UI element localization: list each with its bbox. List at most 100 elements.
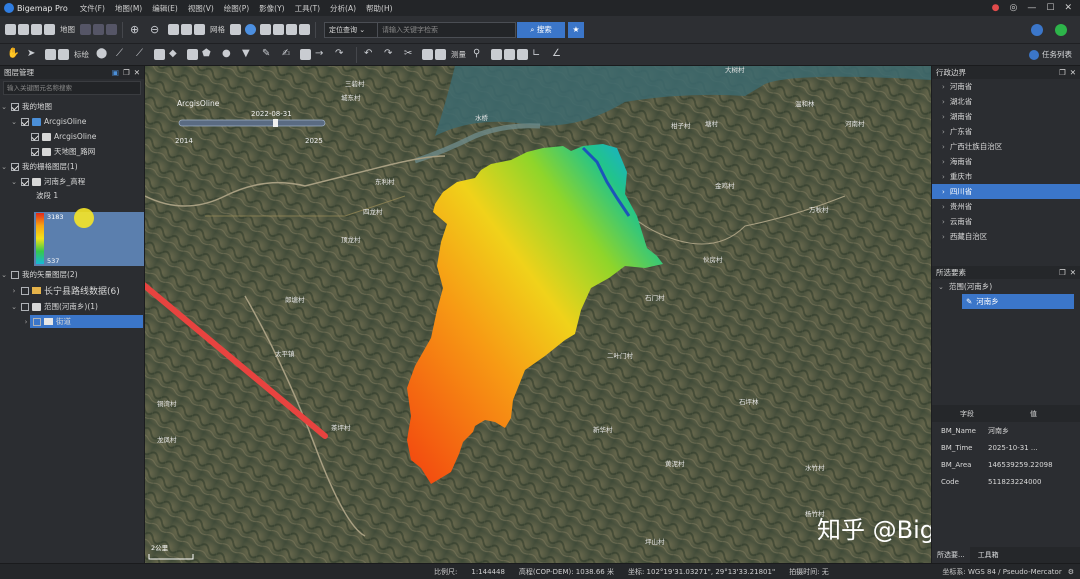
- tree-vector-layer-2[interactable]: ⌄ 范围(河南乡)(1): [0, 299, 145, 314]
- timeline-handle[interactable]: [273, 119, 278, 127]
- circle-icon[interactable]: ●: [222, 48, 236, 62]
- angle2-icon[interactable]: ∠: [552, 48, 566, 62]
- layers-icon[interactable]: [273, 24, 284, 35]
- zoom-out-icon[interactable]: ⊖: [150, 23, 164, 37]
- pan-hand-icon[interactable]: ✋: [7, 48, 21, 62]
- chevron-down-icon[interactable]: ⌄: [0, 103, 8, 111]
- region-item[interactable]: › 广东省: [932, 124, 1080, 139]
- chevron-down-icon[interactable]: ⌄: [10, 303, 18, 311]
- attr-row[interactable]: BM_Name 河南乡: [932, 422, 1080, 439]
- table-icon[interactable]: [260, 24, 271, 35]
- checkbox[interactable]: [21, 302, 29, 311]
- tree-my-maps[interactable]: ⌄ 我的地图: [0, 99, 144, 114]
- mark-label[interactable]: 标绘: [74, 49, 89, 60]
- menu-draw[interactable]: 绘图(P): [224, 3, 249, 14]
- grid-tile-icon[interactable]: [44, 24, 55, 35]
- panel-restore-icon[interactable]: ❐: [123, 66, 130, 79]
- menu-view[interactable]: 视图(V): [188, 3, 214, 14]
- panel-close-icon[interactable]: ✕: [1070, 266, 1076, 279]
- pen-icon[interactable]: ✎: [262, 48, 276, 62]
- marker-icon[interactable]: ⬤: [96, 48, 110, 62]
- tree-arcgis-layer[interactable]: ArcgisOline: [0, 129, 144, 144]
- grid-icon[interactable]: [230, 24, 241, 35]
- map-label[interactable]: 地图: [60, 24, 75, 35]
- scale-value[interactable]: 1:144448: [471, 568, 505, 576]
- task-list-button[interactable]: 任务列表: [1029, 49, 1072, 60]
- move-arrow-icon[interactable]: →: [315, 48, 329, 62]
- menu-image[interactable]: 影像(Y): [259, 3, 284, 14]
- search-type-select[interactable]: 定位查询 ⌄: [324, 21, 378, 38]
- tree-vector-sub[interactable]: › 街道: [0, 314, 145, 329]
- erase-icon[interactable]: [58, 49, 69, 60]
- menu-analysis[interactable]: 分析(A): [330, 3, 356, 14]
- selected-layer-row[interactable]: 街道: [30, 315, 143, 328]
- region-item[interactable]: › 广西壮族自治区: [932, 139, 1080, 154]
- polyline-icon[interactable]: ⟋: [136, 48, 150, 62]
- chevron-down-icon[interactable]: ⌄: [0, 271, 8, 279]
- search-button[interactable]: ⌕ 搜索: [517, 21, 565, 38]
- tree-tianditu-layer[interactable]: 天地图_路网: [0, 144, 144, 159]
- crs-readout[interactable]: 坐标系: WGS 84 / Pseudo-Mercator: [942, 567, 1061, 577]
- region-item[interactable]: › 海南省: [932, 154, 1080, 169]
- tree-raster-layer[interactable]: ⌄ 河南乡_高程: [0, 174, 144, 189]
- chevron-down-icon[interactable]: ⌄: [10, 178, 18, 186]
- checkbox[interactable]: [33, 317, 41, 326]
- globe-icon[interactable]: [245, 24, 256, 35]
- region-item[interactable]: › 湖北省: [932, 94, 1080, 109]
- full-extent-icon[interactable]: [168, 24, 179, 35]
- grid-label[interactable]: 网格: [210, 24, 225, 35]
- redo-icon[interactable]: ↷: [384, 48, 398, 62]
- area-icon[interactable]: [504, 49, 515, 60]
- tab-selected-features[interactable]: 所选要...: [932, 547, 970, 563]
- arrow-mark-icon[interactable]: ◆: [169, 48, 183, 62]
- region-item[interactable]: › 云南省: [932, 214, 1080, 229]
- checkbox[interactable]: [11, 102, 19, 111]
- screenshot-icon[interactable]: [194, 24, 205, 35]
- attr-row[interactable]: BM_Time 2025-10-31 ...: [932, 439, 1080, 456]
- chevron-right-icon[interactable]: ›: [22, 318, 30, 326]
- menu-tools[interactable]: 工具(T): [295, 3, 320, 14]
- chevron-down-icon[interactable]: ⌄: [10, 118, 18, 126]
- select-box-icon[interactable]: [45, 49, 56, 60]
- checkbox[interactable]: [21, 286, 29, 295]
- pentagon-icon[interactable]: ⬟: [202, 48, 216, 62]
- panel-restore-icon[interactable]: ❐: [1059, 66, 1066, 79]
- region-item[interactable]: › 重庆市: [932, 169, 1080, 184]
- bookmark-icon[interactable]: ★: [568, 21, 584, 38]
- panel-close-icon[interactable]: ✕: [1070, 66, 1076, 79]
- map-source-1-icon[interactable]: [80, 24, 91, 35]
- attr-row[interactable]: BM_Area 146539259.22098: [932, 456, 1080, 473]
- layer-filter-input[interactable]: 输入关键图元名称搜索: [3, 81, 141, 95]
- attr-row[interactable]: Code 511823224000: [932, 473, 1080, 490]
- checkbox[interactable]: [31, 132, 39, 141]
- checkbox[interactable]: [11, 162, 19, 171]
- search-input[interactable]: 请输入关键字检索: [378, 21, 516, 38]
- paste-icon[interactable]: [435, 49, 446, 60]
- tree-arcgis-group[interactable]: ⌄ ArcgisOline: [0, 114, 144, 129]
- tree-vector-group[interactable]: ⌄ 我的矢量图层(2): [0, 267, 145, 282]
- selected-group[interactable]: ⌄ 范围(河南乡): [932, 279, 1080, 294]
- region-item[interactable]: › 河南省: [932, 79, 1080, 94]
- settings-gear-icon[interactable]: ⚙: [1068, 568, 1074, 576]
- person-icon[interactable]: ⚲: [473, 48, 487, 62]
- notification-icon[interactable]: ●: [992, 3, 1000, 13]
- rectangle-icon[interactable]: [154, 49, 165, 60]
- panel-close-icon[interactable]: ✕: [134, 66, 140, 79]
- line-icon[interactable]: ⟋: [116, 48, 130, 62]
- close-icon[interactable]: ✕: [1064, 3, 1072, 13]
- checkbox[interactable]: [11, 270, 19, 279]
- profile-icon[interactable]: [517, 49, 528, 60]
- map-source-2-icon[interactable]: [93, 24, 104, 35]
- image-icon[interactable]: [286, 24, 297, 35]
- rotate-icon[interactable]: ↷: [335, 48, 349, 62]
- menu-map[interactable]: 地图(M): [115, 3, 142, 14]
- checkbox[interactable]: [21, 117, 29, 126]
- timeline-track[interactable]: [178, 119, 326, 127]
- angle-icon[interactable]: ∟: [532, 48, 546, 62]
- measure-label[interactable]: 测量: [451, 49, 466, 60]
- help-icon[interactable]: [1031, 23, 1043, 36]
- cut-icon[interactable]: ✂: [404, 48, 418, 62]
- open-folder-icon[interactable]: [5, 24, 16, 35]
- tree-raster-group[interactable]: ⌄ 我的栅格图层(1): [0, 159, 144, 174]
- menu-edit[interactable]: 编辑(E): [152, 3, 178, 14]
